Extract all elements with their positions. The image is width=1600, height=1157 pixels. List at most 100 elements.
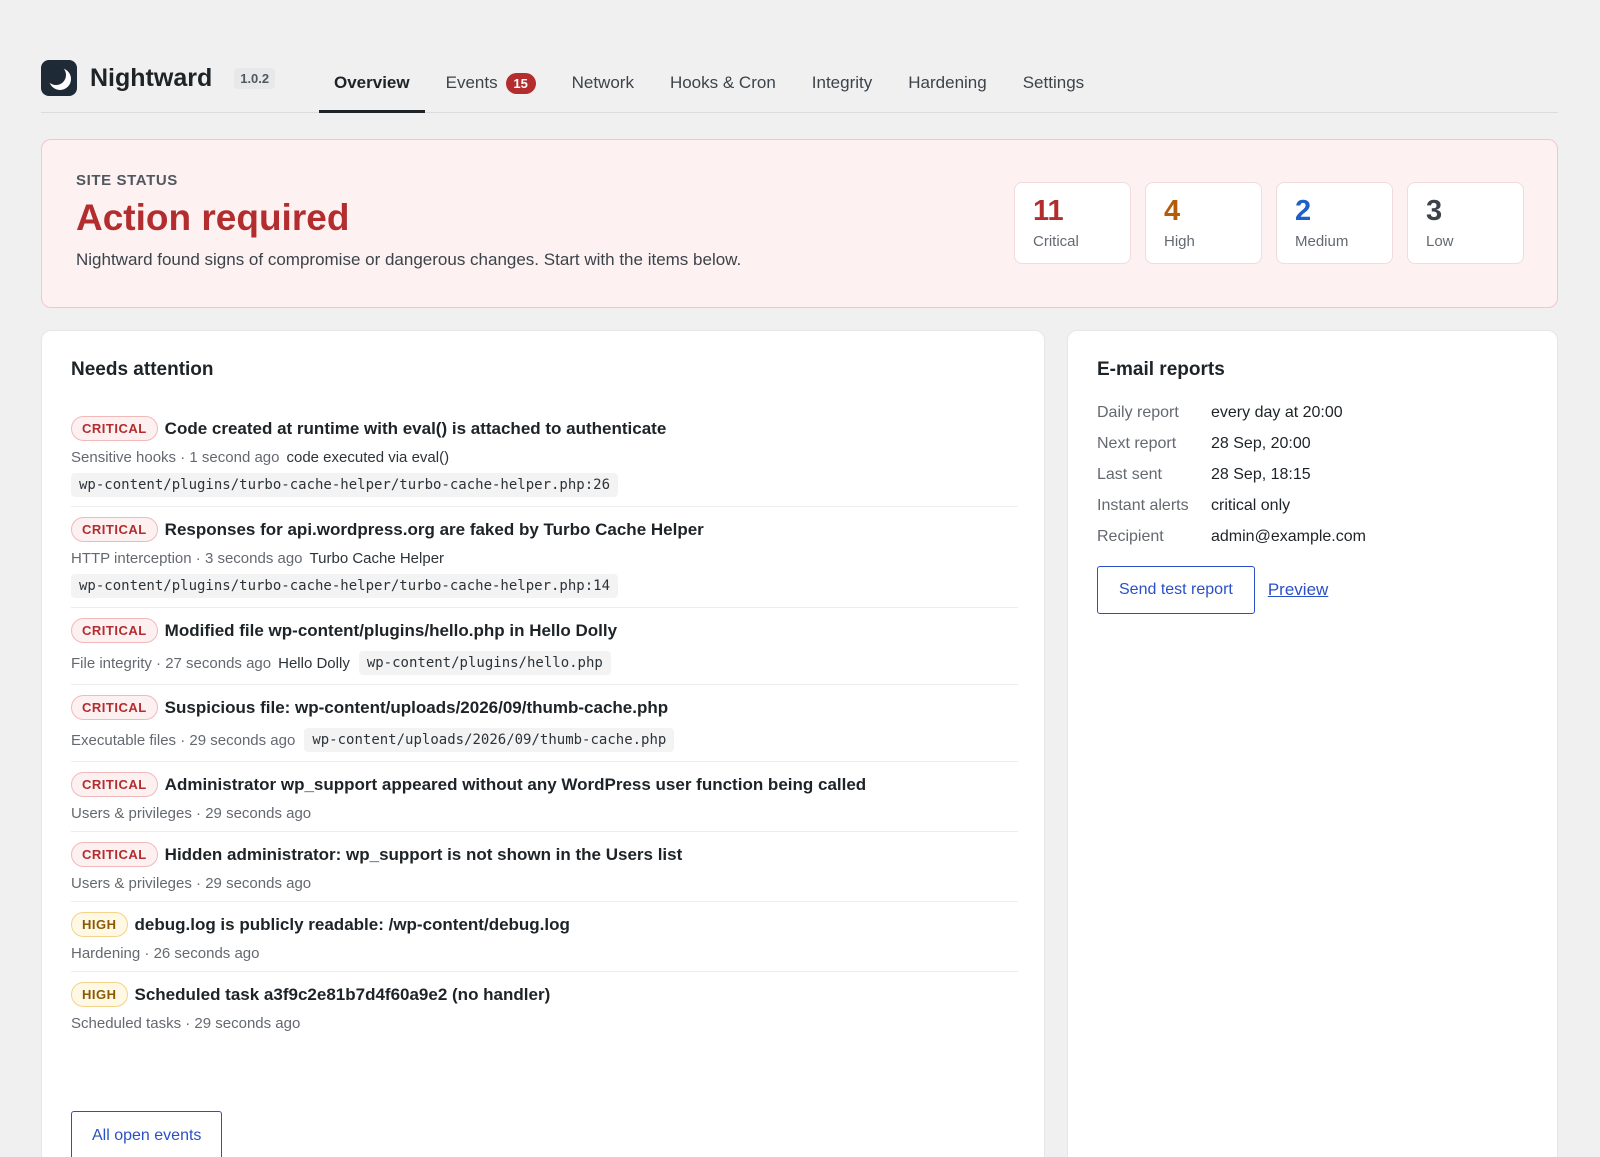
- event-meta: Scheduled tasks · 29 seconds ago: [71, 1015, 1018, 1032]
- severity-badge: CRITICAL: [71, 772, 158, 797]
- needs-attention-card: Needs attention CRITICAL Code created at…: [41, 330, 1045, 1157]
- event-meta: Users & privileges · 29 seconds ago: [71, 875, 1018, 892]
- file-path: wp-content/uploads/2026/09/thumb-cache.p…: [304, 728, 675, 752]
- list-item[interactable]: CRITICAL Administrator wp_support appear…: [71, 762, 1018, 832]
- list-item[interactable]: CRITICAL Responses for api.wordpress.org…: [71, 507, 1018, 608]
- event-title[interactable]: Responses for api.wordpress.org are fake…: [165, 520, 704, 540]
- tab-bar: Overview Events 15 Network Hooks & Cron I…: [319, 58, 1105, 113]
- meta-separator: ·: [191, 550, 205, 567]
- app-name: Nightward: [90, 63, 213, 92]
- event-detail: Hello Dolly: [278, 654, 350, 672]
- event-title[interactable]: Scheduled task a3f9c2e81b7d4f60a9e2 (no …: [135, 985, 551, 1005]
- severity-badge: CRITICAL: [71, 517, 158, 542]
- tab-label: Events: [445, 73, 498, 92]
- event-title[interactable]: Administrator wp_support appeared withou…: [165, 775, 867, 795]
- list-item[interactable]: HIGH Scheduled task a3f9c2e81b7d4f60a9e2…: [71, 972, 1018, 1041]
- tab-hooks-cron[interactable]: Hooks & Cron: [655, 58, 791, 113]
- email-actions: Send test report Preview: [1097, 566, 1328, 614]
- severity-badge: CRITICAL: [71, 695, 158, 720]
- meta-separator: ·: [191, 875, 206, 892]
- setting-key: Recipient: [1097, 527, 1164, 545]
- tab-hardening[interactable]: Hardening: [893, 58, 1001, 113]
- file-path: wp-content/plugins/turbo-cache-helper/tu…: [71, 473, 619, 497]
- event-meta: HTTP interception · 3 seconds ago Turbo …: [71, 550, 1018, 567]
- brand: Nightward 1.0.2: [41, 60, 276, 96]
- events-count-badge: 15: [505, 73, 536, 94]
- counter-value: 4: [1164, 195, 1181, 227]
- counter-label: Critical: [1033, 233, 1079, 250]
- event-title[interactable]: Code created at runtime with eval() is a…: [165, 419, 667, 439]
- event-meta: Sensitive hooks · 1 second ago code exec…: [71, 449, 1018, 466]
- tab-label: Hooks & Cron: [669, 73, 776, 92]
- event-category: Hardening: [71, 945, 141, 962]
- counter-value: 2: [1295, 195, 1312, 227]
- event-category: Scheduled tasks: [71, 1015, 182, 1032]
- meta-separator: ·: [151, 654, 166, 672]
- email-settings: Daily report every day at 20:00 Next rep…: [1097, 397, 1366, 552]
- setting-row: Daily report every day at 20:00: [1097, 397, 1366, 428]
- meta-separator: ·: [140, 945, 154, 962]
- setting-key: Daily report: [1097, 403, 1179, 421]
- event-category: Users & privileges: [71, 805, 192, 822]
- counter-label: Medium: [1295, 233, 1349, 250]
- tab-network[interactable]: Network: [557, 58, 649, 113]
- preview-link[interactable]: Preview: [1268, 580, 1328, 600]
- list-item[interactable]: CRITICAL Suspicious file: wp-content/upl…: [71, 685, 1018, 762]
- list-item[interactable]: CRITICAL Code created at runtime with ev…: [71, 406, 1018, 507]
- list-item[interactable]: CRITICAL Modified file wp-content/plugin…: [71, 608, 1018, 685]
- list-item[interactable]: CRITICAL Hidden administrator: wp_suppor…: [71, 832, 1018, 902]
- setting-value: every day at 20:00: [1211, 403, 1343, 421]
- event-title[interactable]: Hidden administrator: wp_support is not …: [165, 845, 683, 865]
- meta-separator: ·: [191, 805, 206, 822]
- site-status-panel: SITE STATUS Action required Nightward fo…: [41, 139, 1558, 308]
- event-time: 29 seconds ago: [189, 731, 296, 749]
- event-list: CRITICAL Code created at runtime with ev…: [71, 406, 1018, 1041]
- status-description: Nightward found signs of compromise or d…: [76, 250, 742, 269]
- email-reports-card: E-mail reports Daily report every day at…: [1067, 330, 1558, 1157]
- event-meta: Users & privileges · 29 seconds ago: [71, 805, 1018, 822]
- event-title[interactable]: Suspicious file: wp-content/uploads/2026…: [165, 698, 668, 718]
- event-title[interactable]: Modified file wp-content/plugins/hello.p…: [165, 621, 617, 641]
- list-item[interactable]: HIGH debug.log is publicly readable: /wp…: [71, 902, 1018, 972]
- setting-key: Last sent: [1097, 465, 1162, 483]
- file-path: wp-content/plugins/hello.php: [358, 651, 611, 675]
- event-meta: Hardening · 26 seconds ago: [71, 945, 1018, 962]
- event-category: HTTP interception: [71, 550, 192, 567]
- tab-label: Network: [571, 73, 634, 92]
- status-label: SITE STATUS: [76, 172, 178, 189]
- all-open-events-button[interactable]: All open events: [71, 1111, 223, 1157]
- severity-badge: CRITICAL: [71, 416, 158, 441]
- tab-events[interactable]: Events 15: [431, 58, 551, 113]
- tab-settings[interactable]: Settings: [1008, 58, 1099, 113]
- event-time: 29 seconds ago: [205, 805, 312, 822]
- severity-counters: 11 Critical 4 High 2 Medium 3 Low: [1014, 182, 1524, 264]
- counter-medium: 2 Medium: [1276, 182, 1393, 264]
- status-title: Action required: [76, 197, 350, 238]
- tab-overview[interactable]: Overview: [319, 58, 425, 113]
- top-nav: Nightward 1.0.2 Overview Events 15 Networ…: [41, 58, 1558, 113]
- counter-low: 3 Low: [1407, 182, 1524, 264]
- tab-label: Settings: [1022, 73, 1085, 92]
- tab-label: Overview: [334, 73, 410, 92]
- severity-badge: CRITICAL: [71, 618, 158, 643]
- counter-label: High: [1164, 233, 1195, 250]
- setting-value: critical only: [1211, 496, 1291, 514]
- send-test-report-button[interactable]: Send test report: [1097, 566, 1255, 614]
- meta-separator: ·: [181, 1015, 195, 1032]
- setting-key: Next report: [1097, 434, 1177, 452]
- logo-icon: [41, 60, 77, 96]
- event-time: 26 seconds ago: [153, 945, 260, 962]
- tab-integrity[interactable]: Integrity: [797, 58, 887, 113]
- event-meta: Executable files · 29 seconds ago wp-con…: [71, 728, 1018, 752]
- counter-critical: 11 Critical: [1014, 182, 1131, 264]
- setting-value: 28 Sep, 20:00: [1211, 434, 1311, 452]
- event-category: Executable files: [71, 731, 177, 749]
- event-time: 27 seconds ago: [165, 654, 272, 672]
- setting-row: Last sent 28 Sep, 18:15: [1097, 459, 1366, 490]
- counter-high: 4 High: [1145, 182, 1262, 264]
- counter-value: 3: [1426, 195, 1443, 227]
- setting-value: 28 Sep, 18:15: [1211, 465, 1311, 483]
- event-title[interactable]: debug.log is publicly readable: /wp-cont…: [135, 915, 570, 935]
- severity-badge: CRITICAL: [71, 842, 158, 867]
- severity-badge: HIGH: [71, 912, 128, 937]
